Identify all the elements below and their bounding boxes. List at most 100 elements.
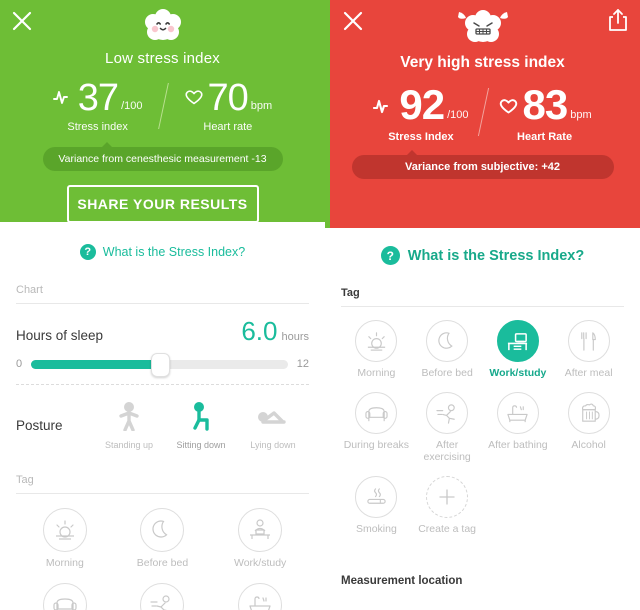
stats-divider bbox=[477, 88, 489, 136]
heart-rate-unit: bpm bbox=[250, 100, 273, 112]
stress-index-label: Stress Index bbox=[388, 131, 454, 143]
tag-after-exercising[interactable]: After exercising bbox=[412, 392, 483, 463]
tag-label: After meal bbox=[564, 367, 613, 379]
hours-of-sleep-slider[interactable]: 0 12 bbox=[16, 352, 309, 377]
desk-icon bbox=[496, 320, 539, 362]
tag-morning[interactable]: Morning bbox=[16, 508, 114, 569]
beer-mug-icon bbox=[567, 392, 610, 435]
tag-after-meal[interactable]: After meal bbox=[553, 320, 624, 379]
share-icon[interactable] bbox=[607, 8, 629, 32]
tag-during-breaks[interactable]: During breaks bbox=[341, 392, 412, 463]
plus-icon bbox=[426, 476, 469, 519]
heart-rate-label: Heart rate bbox=[203, 121, 253, 133]
happy-cloud-mascot bbox=[0, 0, 325, 46]
tag-label: Alcohol bbox=[571, 439, 606, 452]
tag-label: Morning bbox=[45, 557, 84, 569]
tag-section-heading: Tag bbox=[16, 474, 34, 486]
variance-pill: Variance from subjective: +42 bbox=[351, 150, 614, 179]
hours-of-sleep-value: 6.0 bbox=[241, 316, 278, 346]
standing-person-icon bbox=[116, 401, 142, 436]
tag-work-study[interactable]: Work/study bbox=[211, 508, 309, 569]
heart-icon bbox=[498, 97, 519, 120]
angry-cloud-mascot bbox=[325, 0, 640, 48]
right-screen: Very high stress index 92 /100 Stress In… bbox=[325, 0, 640, 610]
fork-knife-icon bbox=[567, 320, 610, 362]
slider-fill bbox=[31, 359, 160, 369]
tag-label: After exercising bbox=[423, 439, 471, 464]
moon-icon bbox=[140, 508, 185, 552]
posture-option-lying-down[interactable]: Lying down bbox=[237, 401, 309, 450]
stress-index-help-label: What is the Stress Index? bbox=[407, 247, 585, 264]
tag-work-study[interactable]: Work/study bbox=[483, 320, 554, 379]
tag-smoking[interactable]: Smoking bbox=[341, 476, 412, 535]
divider bbox=[341, 306, 624, 307]
tag-label: Work/study bbox=[489, 367, 547, 379]
left-hero-title: Low stress index bbox=[105, 50, 220, 67]
tag-during-breaks[interactable]: During breaks bbox=[16, 583, 114, 610]
moon-icon bbox=[426, 320, 469, 362]
heart-icon bbox=[184, 88, 204, 111]
chart-section-heading: Chart bbox=[16, 284, 43, 296]
posture-row: Posture Standing up Sitting down Lying d… bbox=[16, 401, 309, 450]
tag-morning[interactable]: Morning bbox=[341, 320, 412, 379]
runner-icon bbox=[140, 583, 185, 610]
posture-option-standing-up[interactable]: Standing up bbox=[93, 401, 165, 450]
tag-grid: Morning Before bed bbox=[341, 320, 624, 535]
tag-label: Morning bbox=[357, 367, 396, 379]
right-body: Tag Morning Before bed Work/study After … bbox=[325, 287, 640, 587]
armchair-icon bbox=[42, 583, 87, 610]
tag-section-heading: Tag bbox=[341, 287, 360, 299]
armchair-icon bbox=[355, 392, 398, 435]
tag-grid: Morning Before bed bbox=[16, 508, 309, 610]
close-icon[interactable] bbox=[10, 9, 34, 33]
slider-max-label: 12 bbox=[296, 358, 309, 370]
tag-before-bed[interactable]: Before bed bbox=[114, 508, 212, 569]
tag-label: Work/study bbox=[233, 557, 287, 569]
bathtub-icon bbox=[496, 392, 539, 435]
posture-caption: Standing up bbox=[104, 440, 154, 450]
heart-rate-unit: bpm bbox=[570, 109, 592, 121]
stress-index-value: 37 bbox=[77, 77, 119, 119]
stress-index-help-link[interactable]: ? What is the Stress Index? bbox=[0, 244, 325, 260]
stress-index-label: Stress index bbox=[67, 121, 128, 133]
tag-label: Create a tag bbox=[418, 523, 477, 536]
tag-create-a-tag[interactable]: Create a tag bbox=[412, 476, 483, 535]
sitting-person-icon bbox=[188, 401, 214, 436]
close-icon[interactable] bbox=[341, 9, 365, 33]
posture-caption: Sitting down bbox=[176, 440, 226, 450]
stat-heart-rate: 70 bpm Heart rate bbox=[184, 77, 273, 133]
tag-after-bathing[interactable]: After bathing bbox=[211, 583, 309, 610]
left-hero-header: Low stress index 37 /100 Stress index 70… bbox=[0, 0, 325, 223]
stress-index-value: 92 bbox=[399, 81, 445, 128]
divider bbox=[16, 384, 309, 385]
tag-after-exercising[interactable]: After exercising bbox=[114, 583, 212, 610]
question-mark-icon: ? bbox=[79, 244, 96, 260]
slider-track[interactable] bbox=[31, 352, 288, 377]
stat-stress-index: 92 /100 Stress Index bbox=[373, 81, 469, 143]
adjacent-screen-edge bbox=[325, 0, 330, 228]
tag-alcohol[interactable]: Alcohol bbox=[553, 392, 624, 463]
hours-of-sleep-unit: hours bbox=[281, 331, 309, 343]
left-screen: Low stress index 37 /100 Stress index 70… bbox=[0, 0, 325, 610]
stat-heart-rate: 83 bpm Heart Rate bbox=[498, 84, 592, 143]
runner-icon bbox=[426, 392, 469, 435]
heart-rate-value: 70 bbox=[207, 77, 249, 119]
tag-label: During breaks bbox=[343, 439, 410, 452]
pulse-icon bbox=[373, 97, 395, 120]
sunrise-icon bbox=[355, 320, 398, 362]
cigarette-icon bbox=[355, 476, 398, 519]
tag-after-bathing[interactable]: After bathing bbox=[483, 392, 554, 463]
slider-thumb[interactable] bbox=[151, 352, 171, 377]
right-hero-header: Very high stress index 92 /100 Stress In… bbox=[325, 0, 640, 228]
question-mark-icon: ? bbox=[380, 246, 400, 265]
right-stats-row: 92 /100 Stress Index 83 bpm Heart Rate bbox=[325, 84, 640, 143]
tag-label: Before bed bbox=[421, 367, 473, 379]
stress-index-help-link[interactable]: ? What is the Stress Index? bbox=[325, 246, 640, 265]
tag-before-bed[interactable]: Before bed bbox=[412, 320, 483, 379]
posture-label: Posture bbox=[16, 418, 63, 433]
bathtub-icon bbox=[238, 583, 283, 610]
left-body: Chart Hours of sleep 6.0 hours 0 12 Post… bbox=[0, 284, 325, 610]
posture-option-sitting-down[interactable]: Sitting down bbox=[165, 401, 237, 450]
share-results-button[interactable]: SHARE YOUR RESULTS bbox=[66, 185, 259, 223]
lying-person-icon bbox=[256, 401, 290, 436]
